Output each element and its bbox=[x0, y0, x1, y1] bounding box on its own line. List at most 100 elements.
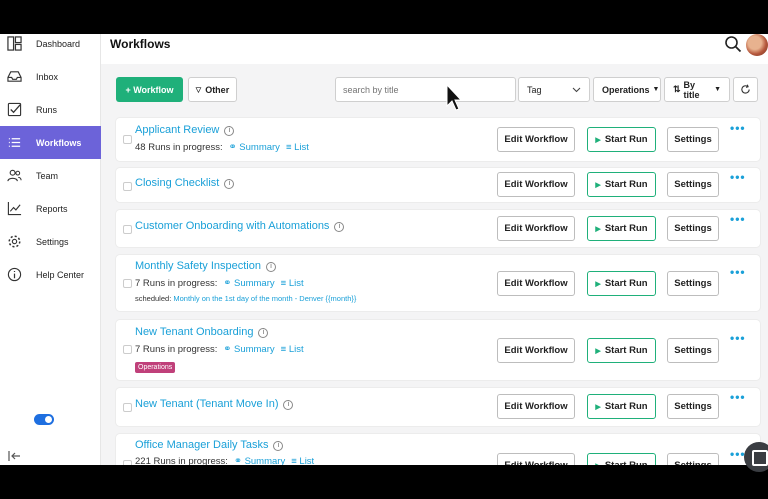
workflow-title-text[interactable]: Monthly Safety Inspection bbox=[135, 260, 261, 272]
sort-select[interactable]: ⇅ By title ▼ bbox=[664, 77, 730, 102]
run-progress: 48 Runs in progress: ⚭ Summary ≡ List bbox=[135, 142, 309, 153]
more-options-icon[interactable]: ••• bbox=[730, 212, 746, 226]
add-workflow-button[interactable]: + Workflow bbox=[116, 77, 183, 102]
gear-icon bbox=[8, 235, 21, 248]
start-run-button[interactable]: ▶Start Run bbox=[587, 453, 656, 465]
more-options-icon[interactable]: ••• bbox=[730, 390, 746, 404]
settings-button[interactable]: Settings bbox=[667, 271, 719, 296]
theme-toggle[interactable] bbox=[34, 414, 54, 425]
sidebar-item-settings[interactable]: Settings bbox=[0, 225, 101, 258]
sidebar-item-inbox[interactable]: Inbox bbox=[0, 60, 101, 93]
row-checkbox[interactable] bbox=[123, 225, 132, 234]
workflow-title-text[interactable]: New Tenant Onboarding bbox=[135, 326, 253, 338]
workflow-row: New Tenant Onboarding i 7 Runs in progres… bbox=[116, 320, 760, 380]
row-checkbox[interactable] bbox=[123, 182, 132, 191]
other-button-label: Other bbox=[205, 84, 230, 95]
list-link-label: List bbox=[299, 456, 315, 465]
workflow-title[interactable]: New Tenant (Tenant Move In) i bbox=[135, 398, 294, 410]
refresh-button[interactable] bbox=[733, 77, 758, 102]
play-icon: ▶ bbox=[595, 280, 601, 288]
sidebar-item-workflows[interactable]: Workflows bbox=[0, 126, 101, 159]
row-checkbox[interactable] bbox=[123, 460, 132, 465]
edit-workflow-button[interactable]: Edit Workflow bbox=[497, 271, 575, 296]
settings-button[interactable]: Settings bbox=[667, 127, 719, 152]
info-icon[interactable]: i bbox=[224, 126, 235, 136]
schedule-value[interactable]: Monthly on the 1st day of the month - De… bbox=[173, 294, 356, 303]
start-run-button[interactable]: ▶Start Run bbox=[587, 172, 656, 197]
more-options-icon[interactable]: ••• bbox=[730, 170, 746, 184]
sort-select-label: By title bbox=[683, 79, 700, 100]
search-icon[interactable] bbox=[724, 35, 742, 53]
collapse-sidebar-icon[interactable] bbox=[8, 449, 22, 463]
info-icon[interactable]: i bbox=[283, 400, 294, 410]
list-link[interactable]: ≡ List bbox=[281, 344, 304, 355]
workflows-icon bbox=[8, 138, 21, 147]
row-checkbox[interactable] bbox=[123, 279, 132, 288]
sidebar-item-team[interactable]: Team bbox=[0, 159, 101, 192]
summary-link[interactable]: ⚭ Summary bbox=[223, 278, 274, 289]
settings-button[interactable]: Settings bbox=[667, 453, 719, 465]
sidebar-item-runs[interactable]: Runs bbox=[0, 93, 101, 126]
workflow-row: Monthly Safety Inspection i 7 Runs in pro… bbox=[116, 255, 760, 311]
start-run-button[interactable]: ▶Start Run bbox=[587, 127, 656, 152]
settings-button[interactable]: Settings bbox=[667, 216, 719, 241]
sort-icon: ⇅ bbox=[673, 84, 681, 94]
workflow-title-text[interactable]: New Tenant (Tenant Move In) bbox=[135, 398, 278, 410]
tag-select[interactable]: Tag bbox=[518, 77, 590, 102]
edit-workflow-button[interactable]: Edit Workflow bbox=[497, 453, 575, 465]
sidebar-item-label: Dashboard bbox=[36, 38, 81, 49]
workflow-title-text[interactable]: Closing Checklist bbox=[135, 177, 219, 189]
operations-select[interactable]: Operations ▼ bbox=[593, 77, 661, 102]
edit-workflow-button[interactable]: Edit Workflow bbox=[497, 338, 575, 363]
workflow-title-text[interactable]: Office Manager Daily Tasks bbox=[135, 439, 268, 451]
search-input[interactable] bbox=[335, 77, 516, 102]
row-checkbox[interactable] bbox=[123, 345, 132, 354]
info-icon[interactable]: i bbox=[224, 179, 235, 189]
start-run-button[interactable]: ▶Start Run bbox=[587, 394, 656, 419]
workflow-title[interactable]: Office Manager Daily Tasks i bbox=[135, 439, 284, 451]
info-icon[interactable]: i bbox=[334, 222, 345, 232]
list-link[interactable]: ≡ List bbox=[281, 278, 304, 289]
summary-link[interactable]: ⚭ Summary bbox=[223, 344, 274, 355]
more-options-icon[interactable]: ••• bbox=[730, 121, 746, 135]
workflow-title[interactable]: Monthly Safety Inspection i bbox=[135, 260, 276, 272]
edit-workflow-button[interactable]: Edit Workflow bbox=[497, 172, 575, 197]
info-icon[interactable]: i bbox=[265, 262, 276, 272]
info-icon[interactable]: i bbox=[258, 328, 269, 338]
summary-link[interactable]: ⚭ Summary bbox=[229, 142, 280, 153]
chat-launcher-icon[interactable] bbox=[744, 442, 768, 472]
row-checkbox[interactable] bbox=[123, 403, 132, 412]
sidebar-item-reports[interactable]: Reports bbox=[0, 192, 101, 225]
edit-workflow-button[interactable]: Edit Workflow bbox=[497, 216, 575, 241]
other-button[interactable]: ▽ Other bbox=[188, 77, 237, 102]
edit-workflow-button[interactable]: Edit Workflow bbox=[497, 127, 575, 152]
settings-button[interactable]: Settings bbox=[667, 338, 719, 363]
sidebar-item-help-center[interactable]: Help Center bbox=[0, 258, 101, 291]
start-run-button[interactable]: ▶Start Run bbox=[587, 338, 656, 363]
workflow-title[interactable]: Applicant Review i bbox=[135, 124, 235, 136]
more-options-icon[interactable]: ••• bbox=[730, 331, 746, 345]
more-options-icon[interactable]: ••• bbox=[730, 265, 746, 279]
settings-button[interactable]: Settings bbox=[667, 394, 719, 419]
edit-workflow-button[interactable]: Edit Workflow bbox=[497, 394, 575, 419]
tag-badge[interactable]: Operations bbox=[135, 362, 176, 373]
avatar[interactable] bbox=[746, 34, 768, 56]
workflow-title[interactable]: Customer Onboarding with Automations i bbox=[135, 220, 345, 232]
workflow-title[interactable]: Closing Checklist i bbox=[135, 177, 235, 189]
list-link[interactable]: ≡ List bbox=[291, 456, 314, 465]
workflow-title-text[interactable]: Customer Onboarding with Automations bbox=[135, 220, 329, 232]
workflow-title[interactable]: New Tenant Onboarding i bbox=[135, 326, 269, 338]
start-run-button[interactable]: ▶Start Run bbox=[587, 271, 656, 296]
workflow-title-text[interactable]: Applicant Review bbox=[135, 124, 219, 136]
sidebar-item-dashboard[interactable]: Dashboard bbox=[0, 34, 101, 60]
workflow-row: Closing Checklist i Edit Workflow ▶ Start … bbox=[116, 168, 760, 202]
info-icon[interactable]: i bbox=[273, 441, 284, 451]
workflow-row: Applicant Review i 48 Runs in progress: ⚭ … bbox=[116, 118, 760, 161]
list-link[interactable]: ≡ List bbox=[286, 142, 309, 153]
start-run-button[interactable]: ▶Start Run bbox=[587, 216, 656, 241]
start-run-label: Start Run bbox=[604, 345, 648, 356]
settings-button[interactable]: Settings bbox=[667, 172, 719, 197]
caret-down-icon: ▼ bbox=[714, 86, 721, 93]
summary-link[interactable]: ⚭ Summary bbox=[234, 456, 285, 465]
row-checkbox[interactable] bbox=[123, 135, 132, 144]
